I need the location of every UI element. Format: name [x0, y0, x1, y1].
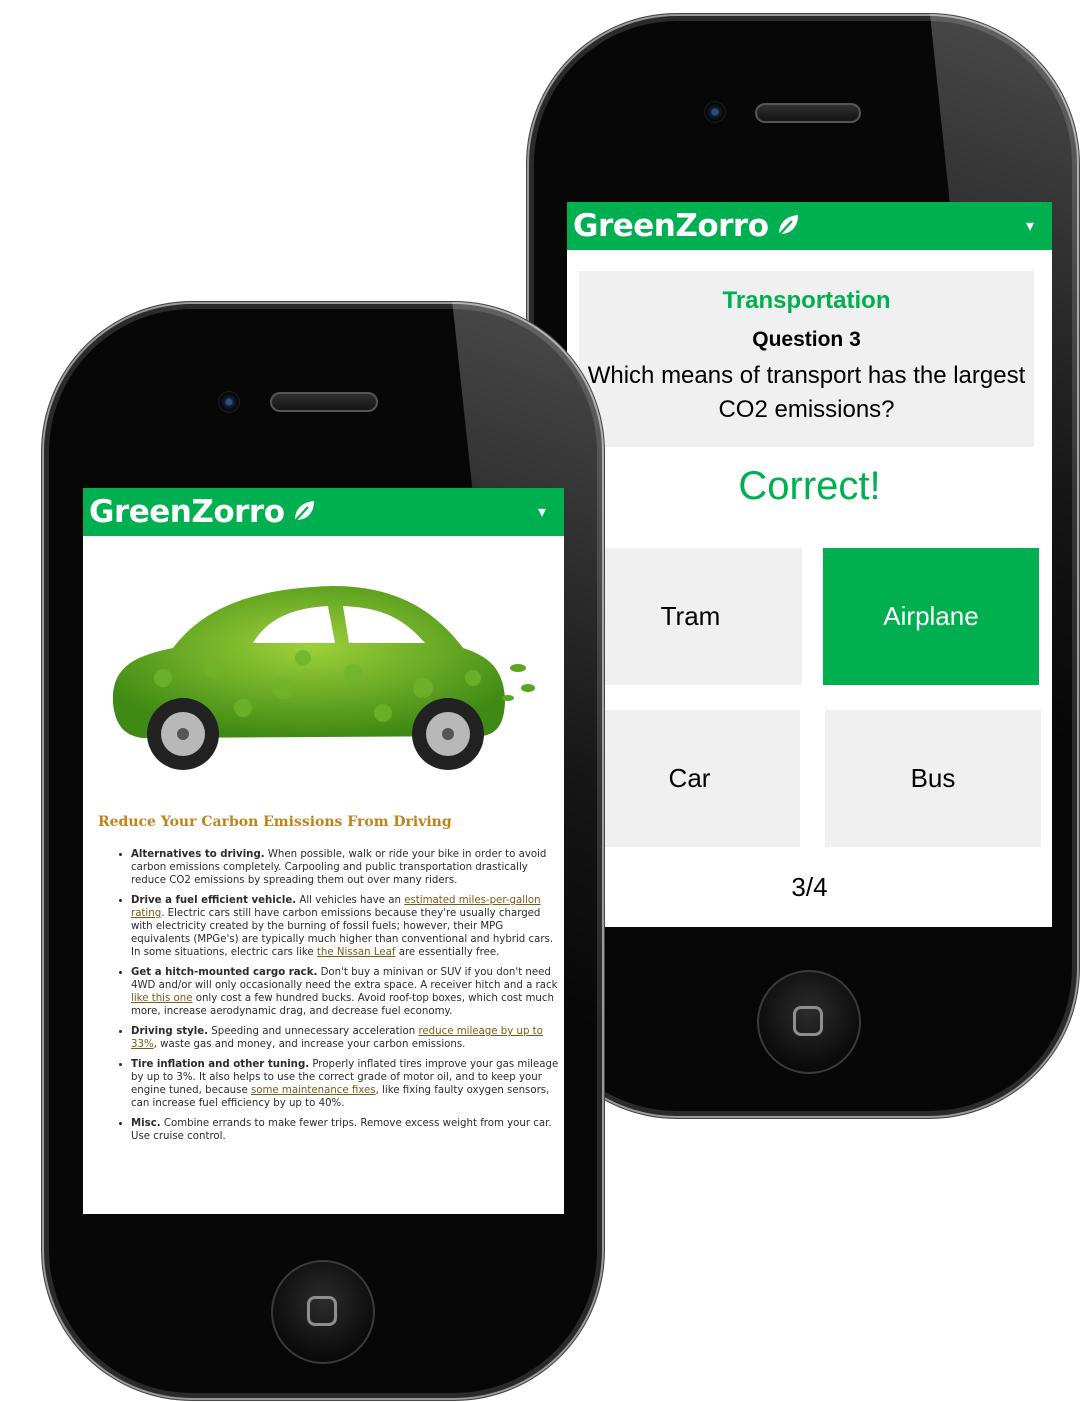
tip-heading: Get a hitch-mounted cargo rack. — [131, 967, 318, 978]
menu-dropdown-icon[interactable]: ▾ — [538, 502, 546, 522]
tip-text: All vehicles have an — [296, 895, 405, 906]
question-text: Which means of transport has the largest… — [587, 362, 1026, 423]
app-bar: GreenZorro ▾ — [567, 202, 1052, 250]
home-button[interactable] — [757, 970, 861, 1074]
answer-option-tram[interactable]: Tram — [579, 548, 802, 685]
question-number: Question 3 — [752, 328, 861, 351]
home-square-icon — [307, 1296, 337, 1326]
tip-heading: Misc. — [131, 1118, 161, 1129]
tip-heading: Drive a fuel efficient vehicle. — [131, 895, 297, 906]
answer-option-airplane[interactable]: Airplane — [823, 548, 1039, 685]
brand-name: GreenZorro — [573, 208, 769, 244]
answer-label: Tram — [660, 601, 721, 631]
tip-text: only cost a few hundred bucks. Avoid roo… — [131, 993, 554, 1017]
question-card: Transportation Question 3 Which means of… — [579, 271, 1034, 447]
leaf-icon — [291, 496, 317, 532]
quiz-phone: GreenZorro ▾ Transportation Question 3 W… — [527, 14, 1079, 1118]
home-button[interactable] — [271, 1260, 375, 1364]
cargo-rack-link[interactable]: like this one — [131, 993, 193, 1004]
tip-heading: Alternatives to driving. — [131, 849, 265, 860]
menu-dropdown-icon[interactable]: ▾ — [1026, 216, 1034, 236]
list-item: Driving style. Speeding and unnecessary … — [131, 1025, 561, 1051]
list-item: Tire inflation and other tuning. Properl… — [131, 1058, 561, 1110]
quiz-category: Transportation — [722, 287, 891, 314]
answer-label: Airplane — [883, 601, 979, 631]
maintenance-link[interactable]: some maintenance fixes — [251, 1085, 376, 1096]
brand-name: GreenZorro — [89, 494, 285, 530]
article-phone: GreenZorro ▾ Reduce Your Carbon Emission — [42, 302, 604, 1400]
nissan-leaf-link[interactable]: the Nissan Leaf — [317, 947, 396, 958]
tip-heading: Tire inflation and other tuning. — [131, 1059, 310, 1070]
answer-result: Correct! — [738, 464, 881, 508]
earpiece-speaker — [755, 103, 861, 123]
answer-label: Car — [668, 763, 711, 793]
list-item: Get a hitch-mounted cargo rack. Don't bu… — [131, 966, 561, 1018]
front-camera — [704, 101, 726, 123]
app-bar: GreenZorro ▾ — [83, 488, 564, 536]
quiz-screen: GreenZorro ▾ Transportation Question 3 W… — [567, 202, 1052, 927]
list-item: Alternatives to driving. When possible, … — [131, 848, 561, 887]
tip-text: are essentially free. — [395, 947, 500, 958]
tip-text: Combine errands to make fewer trips. Rem… — [131, 1118, 552, 1142]
front-camera — [218, 391, 240, 413]
earpiece-speaker — [270, 392, 378, 412]
leaf-car-image — [112, 586, 535, 770]
tip-text: Speeding and unnecessary acceleration — [208, 1026, 419, 1037]
tip-heading: Driving style. — [131, 1026, 209, 1037]
home-square-icon — [793, 1006, 823, 1036]
list-item: Drive a fuel efficient vehicle. All vehi… — [131, 894, 561, 959]
answer-option-bus[interactable]: Bus — [825, 710, 1041, 847]
brand-logo[interactable]: GreenZorro — [573, 208, 801, 246]
list-item: Misc. Combine errands to make fewer trip… — [131, 1117, 561, 1143]
brand-logo[interactable]: GreenZorro — [89, 494, 317, 532]
article-screen: GreenZorro ▾ Reduce Your Carbon Emission — [83, 488, 564, 1214]
answer-label: Bus — [910, 763, 956, 793]
article-title: Reduce Your Carbon Emissions From Drivin… — [98, 814, 452, 830]
tip-text: , waste gas and money, and increase your… — [153, 1039, 466, 1050]
tips-list: Alternatives to driving. When possible, … — [119, 848, 561, 1150]
quiz-progress: 3/4 — [791, 872, 828, 902]
leaf-icon — [775, 210, 801, 246]
answer-option-car[interactable]: Car — [579, 710, 800, 847]
